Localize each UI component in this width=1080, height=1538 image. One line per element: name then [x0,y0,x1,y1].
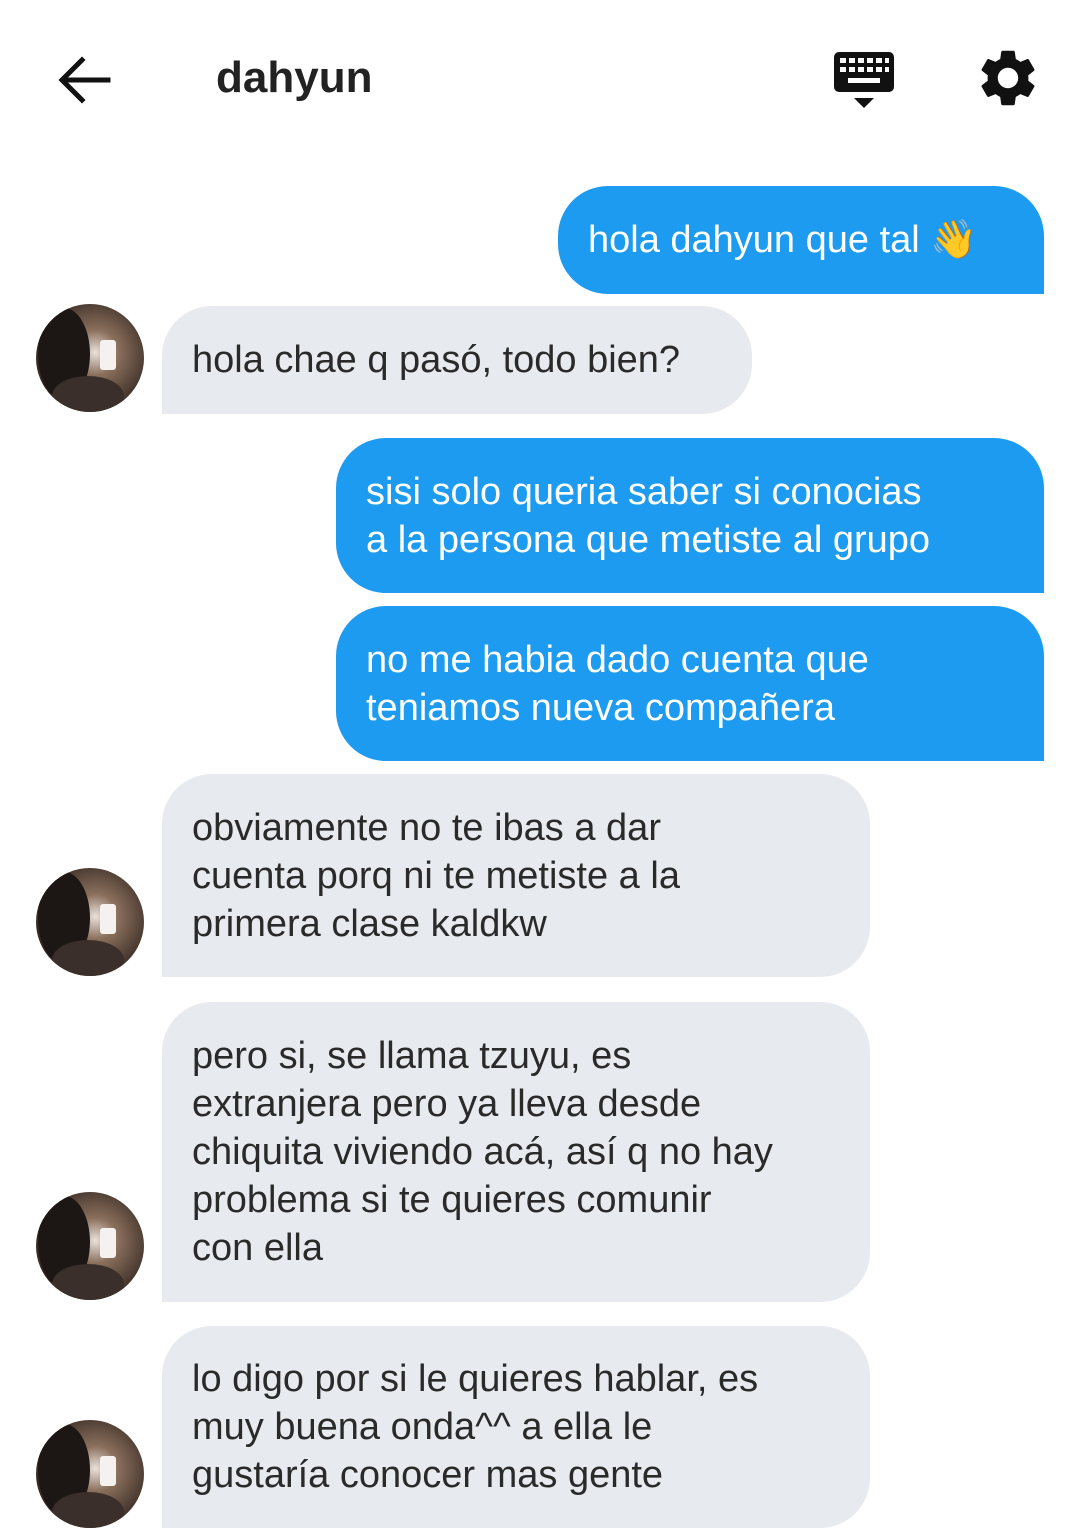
message-text: a la persona que metiste al grupo [366,518,931,561]
back-arrow-icon [58,56,111,104]
contact-avatar-photo [36,868,144,976]
message-text: chiquita viviendo acá, así q no hay [192,1131,773,1173]
gear-icon [981,50,1035,106]
message-text: pero si, se llama tzuyu, es [192,1035,632,1077]
keyboard-button[interactable] [830,48,898,114]
contact-avatar-photo [36,1420,144,1528]
keyboard-icon [834,52,894,108]
avatar[interactable] [36,868,144,976]
message-text: cuenta porq ni te metiste a la [192,854,680,897]
avatar[interactable] [36,304,144,412]
settings-button[interactable] [974,44,1042,112]
contact-avatar-photo [36,1192,144,1300]
avatar[interactable] [36,1420,144,1528]
chat-header: dahyun [0,0,1080,160]
contact-avatar-photo [36,304,144,412]
message-bubble-received[interactable]: hola chae q pasó, todo bien? [162,306,752,414]
message-bubble-sent[interactable]: no me habia dado cuenta que teniamos nue… [336,606,1044,761]
back-button[interactable] [52,48,116,112]
message-text: teniamos nueva compañera [366,686,835,729]
message-text: gustaría conocer mas gente [192,1454,664,1496]
message-text: primera clase kaldkw [192,902,547,945]
message-text: lo digo por si le quieres hablar, es [192,1358,759,1400]
conversation-title: dahyun [216,53,373,102]
message-bubble-received[interactable]: lo digo por si le quieres hablar, es muy… [162,1326,870,1528]
message-bubble-sent[interactable]: hola dahyun que tal 👋 [558,186,1044,294]
message-text: extranjera pero ya lleva desde [192,1083,702,1125]
message-text: obviamente no te ibas a dar [192,806,661,849]
message-text: muy buena onda^^ a ella le [192,1406,653,1448]
message-text: problema si te quieres comunir [192,1179,712,1221]
message-text: con ella [192,1227,323,1269]
message-bubble-sent[interactable]: sisi solo queria saber si conocias a la … [336,438,1044,593]
message-bubble-received[interactable]: pero si, se llama tzuyu, es extranjera p… [162,1002,870,1302]
message-text: hola chae q pasó, todo bien? [192,339,681,381]
message-text: no me habia dado cuenta que [366,638,869,681]
message-text: sisi solo queria saber si conocias [366,470,922,513]
message-bubble-received[interactable]: obviamente no te ibas a dar cuenta porq … [162,774,870,977]
message-text: hola dahyun que tal 👋 [588,219,978,261]
avatar[interactable] [36,1192,144,1300]
